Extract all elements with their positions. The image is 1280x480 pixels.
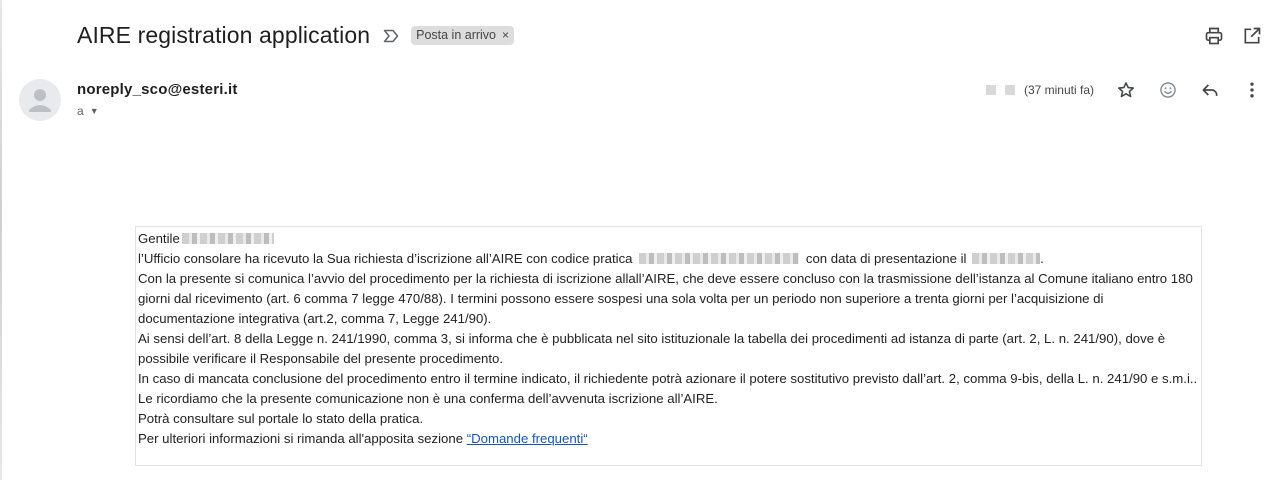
inbox-label-chip[interactable]: Posta in arrivo ×: [411, 26, 515, 45]
subject-row: AIRE registration application Posta in a…: [77, 22, 515, 49]
redacted-date: [1004, 85, 1015, 95]
email-subject: AIRE registration application: [77, 22, 371, 48]
window-edge: [0, 0, 2, 480]
body-paragraph: Le ricordiamo che la presente comunicazi…: [138, 391, 718, 406]
star-icon[interactable]: [1116, 80, 1136, 100]
body-text: Per ulteriori informazioni si rimanda al…: [138, 431, 464, 446]
caret-down-icon[interactable]: ▼: [90, 106, 99, 116]
body-text: con data di presentazione il: [805, 251, 967, 266]
open-in-new-window-icon[interactable]: [1242, 26, 1262, 46]
redacted-date: [972, 253, 1041, 264]
more-vert-icon[interactable]: [1242, 80, 1262, 100]
body-paragraph: l’Ufficio consolare ha ricevuto la Sua r…: [138, 249, 1199, 269]
body-text: l’Ufficio consolare ha ricevuto la Sua r…: [138, 251, 633, 266]
thread-actions: [1204, 26, 1262, 46]
message-body: Gentile l’Ufficio consolare ha ricevuto …: [135, 226, 1202, 466]
recipient-row[interactable]: a ▼: [77, 104, 99, 118]
remove-label-icon[interactable]: ×: [502, 29, 509, 41]
relative-time: (37 minuti fa): [1023, 83, 1094, 97]
print-icon[interactable]: [1204, 26, 1224, 46]
body-paragraph: Con la presente si comunica l’avvio del …: [138, 271, 1193, 326]
body-paragraph: Potrà consultare sul portale lo stato de…: [138, 411, 424, 426]
body-paragraph: Ai sensi dell’art. 8 della Legge n. 241/…: [138, 331, 1166, 366]
redacted-name: [181, 233, 274, 244]
greeting: Gentile: [138, 231, 180, 246]
greeting-line: Gentile: [138, 229, 1199, 249]
email-view: AIRE registration application Posta in a…: [0, 0, 1280, 480]
message-meta: (37 minuti fa): [985, 80, 1262, 100]
body-text: .: [1040, 251, 1044, 266]
emoji-reaction-icon[interactable]: [1158, 80, 1178, 100]
default-avatar-icon[interactable]: [19, 79, 61, 121]
redacted-case-code: [639, 253, 800, 264]
label-text: Posta in arrivo: [416, 28, 497, 42]
redacted-date: [985, 85, 996, 95]
body-paragraph: In caso di mancata conclusione del proce…: [138, 371, 1198, 386]
recipient-prefix: a: [77, 104, 84, 118]
reply-icon[interactable]: [1200, 80, 1220, 100]
sender-address[interactable]: noreply_sco@esteri.it: [77, 81, 238, 98]
faq-link[interactable]: “Domande frequenti“: [467, 431, 588, 446]
body-paragraph: Per ulteriori informazioni si rimanda al…: [138, 429, 1199, 449]
important-marker-icon[interactable]: [382, 27, 400, 45]
